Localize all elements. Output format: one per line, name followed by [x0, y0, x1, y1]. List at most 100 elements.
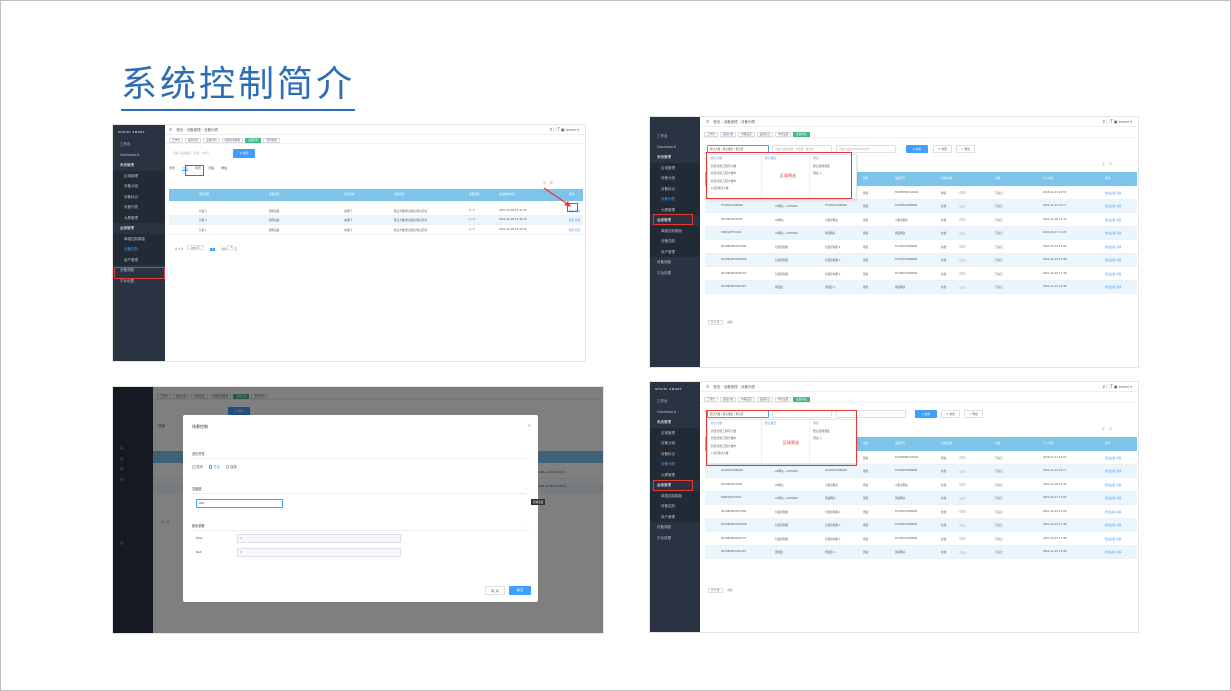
hamburger-icon[interactable]: ☰	[169, 128, 172, 132]
row-action-links[interactable]: 修改设备 详情	[1105, 245, 1121, 249]
status-toggle[interactable]	[959, 523, 966, 527]
status-toggle[interactable]	[959, 510, 966, 514]
status-toggle[interactable]	[959, 469, 966, 473]
tag-item[interactable]: 工作台	[704, 396, 718, 402]
sat-input[interactable]: 0	[237, 548, 401, 557]
status-toggle[interactable]	[959, 258, 966, 262]
sidebar-item[interactable]: 设备列表	[650, 459, 700, 470]
tag-item[interactable]: 工作台	[704, 131, 718, 137]
row-action-links[interactable]: 修改设备 详情	[1105, 231, 1121, 235]
tag-item[interactable]: 设备列表	[793, 396, 810, 402]
export-button[interactable]: ⇩ 导出	[964, 410, 983, 418]
sidebar-item[interactable]: 设备调度	[650, 522, 700, 533]
sidebar-item[interactable]: 区域管理	[113, 170, 165, 181]
status-toggle[interactable]	[959, 537, 966, 541]
status-toggle[interactable]	[959, 272, 966, 276]
confirm-button[interactable]: 确 定	[509, 586, 531, 595]
brightness-input[interactable]: 240	[196, 499, 283, 508]
row-action-links[interactable]: 修改设备 详情	[1105, 510, 1121, 514]
row-action-links[interactable]: 修改设备 详情	[1105, 483, 1121, 487]
sidebar-item[interactable]: 单路控制模板	[113, 233, 165, 244]
row-action-links[interactable]: 修改设备 详情	[1105, 218, 1121, 222]
font-size-icon[interactable]: T	[557, 127, 559, 132]
sidebar-item[interactable]: 区域管理	[650, 162, 700, 173]
tag-item[interactable]: 单路设置	[738, 396, 755, 402]
search-button[interactable]: ⚲ 搜索	[906, 145, 928, 153]
row-action-links[interactable]: 修改设备 详情	[1105, 191, 1121, 195]
tag-item[interactable]: 单位设置	[774, 396, 792, 402]
tag-item[interactable]: 设备列表	[184, 137, 202, 143]
hue-input[interactable]: 0	[237, 534, 401, 543]
sidebar-item[interactable]: 运维管理	[113, 223, 165, 234]
sidebar-item[interactable]: Dashboard	[113, 150, 165, 161]
search-icon[interactable]: ⚲	[1102, 384, 1105, 389]
tag-item[interactable]: 设备分组	[719, 396, 737, 402]
sidebar-item[interactable]: 大屏管理	[113, 212, 165, 223]
next-page[interactable]: ›	[216, 248, 217, 251]
breadcrumb-home[interactable]: 首页	[176, 128, 183, 132]
sidebar-item[interactable]: Dashboard	[650, 142, 700, 153]
row-action-links[interactable]: 修改设备 详情	[1105, 523, 1121, 527]
radio-on[interactable]	[208, 465, 213, 469]
goto-input[interactable]: 1	[227, 245, 234, 250]
sidebar-item[interactable]: 工作台	[650, 396, 700, 407]
sidebar-item[interactable]: 设备分组	[650, 173, 700, 184]
sidebar-item[interactable]: 工作台	[650, 131, 700, 142]
hamburger-icon[interactable]: ☰	[706, 120, 709, 124]
user-name[interactable]: tester	[566, 128, 576, 132]
row-action-links[interactable]: 修改 控制	[569, 218, 580, 222]
sidebar-item[interactable]: 设备调度	[650, 257, 700, 268]
row-action-links[interactable]: 修改设备 详情	[1105, 469, 1121, 473]
status-toggle[interactable]	[959, 191, 966, 195]
hamburger-icon[interactable]: ☰	[706, 385, 709, 389]
sidebar-item[interactable]: 系统管理	[650, 152, 700, 163]
reset-button[interactable]: ⟳ 重置	[933, 145, 952, 153]
search-icon[interactable]: ⚲	[1102, 119, 1105, 124]
sidebar-item[interactable]: 单路控制模板	[650, 490, 700, 501]
breadcrumb-home[interactable]: 首页	[713, 120, 720, 124]
sidebar-item[interactable]: 设备分组	[650, 438, 700, 449]
row-action-links[interactable]: 修改设备 详情	[1105, 496, 1121, 500]
reset-button[interactable]: ⟳ 重置	[941, 410, 960, 418]
lock-icon[interactable]: ▣	[1114, 384, 1118, 389]
breadcrumb-home[interactable]: 首页	[713, 385, 720, 389]
tag-item[interactable]: 设备控制	[203, 137, 220, 143]
tag-item[interactable]: 设备标记	[756, 396, 773, 402]
sidebar-item[interactable]: 设备控制	[113, 244, 165, 255]
sidebar-item[interactable]: 设备控制	[650, 236, 700, 247]
sidebar-item[interactable]: 用户管理	[113, 254, 165, 265]
radio-keep[interactable]	[225, 465, 230, 469]
tab-item[interactable]: 群组	[221, 166, 227, 170]
search-button[interactable]: ⚲ 搜索	[915, 410, 937, 418]
radio-off[interactable]	[192, 465, 196, 469]
sidebar-item[interactable]: 设备控制	[650, 501, 700, 512]
status-toggle[interactable]	[959, 245, 966, 249]
current-page[interactable]: 1	[210, 248, 215, 251]
tag-item[interactable]: 单路设置	[738, 131, 755, 137]
sidebar-item[interactable]: 设备标记	[113, 191, 165, 202]
lock-icon[interactable]: ▣	[1114, 119, 1118, 124]
tag-item[interactable]: 单路控制模板	[221, 137, 244, 143]
fullscreen-icon[interactable]: ⛶	[1106, 119, 1109, 124]
tab-item[interactable]: 场景	[169, 166, 175, 170]
font-size-icon[interactable]: T	[1110, 119, 1112, 124]
sidebar-item[interactable]: 区域管理	[650, 427, 700, 438]
status-toggle[interactable]	[959, 496, 966, 500]
sidebar-item[interactable]: 系统管理	[113, 160, 165, 171]
sidebar-item[interactable]: 用户管理	[650, 246, 700, 257]
user-name[interactable]: tester	[1119, 385, 1129, 389]
search-button[interactable]: ⚲ 搜索	[233, 149, 255, 158]
lock-icon[interactable]: ▣	[561, 127, 565, 132]
row-action-links[interactable]: 修改设备 详情	[1105, 537, 1121, 541]
row-action-links[interactable]: 修改设备 详情	[1105, 258, 1121, 262]
tag-item[interactable]: 设备分组	[719, 131, 737, 137]
close-icon[interactable]: ✕	[528, 423, 531, 428]
status-toggle[interactable]	[959, 285, 966, 289]
fullscreen-icon[interactable]: ⛶	[1106, 384, 1109, 389]
tag-item[interactable]: 设备标记	[756, 131, 773, 137]
export-button[interactable]: ⇩ 导出	[956, 145, 975, 153]
status-toggle[interactable]	[959, 456, 966, 460]
tag-item[interactable]: 场景管理	[263, 137, 280, 143]
sidebar-item[interactable]: 设备分组	[113, 181, 165, 192]
row-action-links[interactable]: 修改设备 详情	[1105, 456, 1121, 460]
